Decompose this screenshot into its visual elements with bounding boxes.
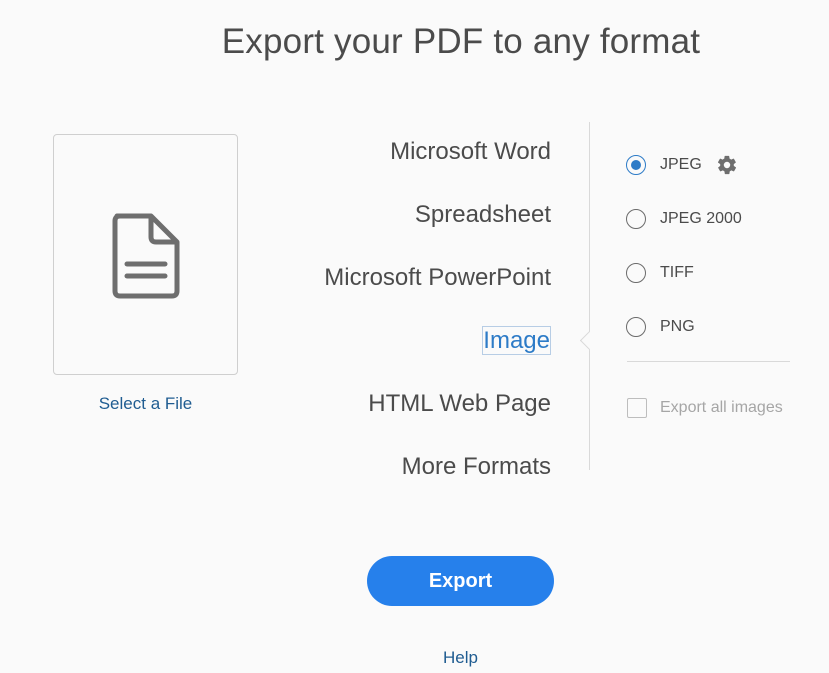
format-item-spreadsheet[interactable]: Spreadsheet bbox=[324, 197, 551, 260]
export-all-checkbox[interactable] bbox=[627, 398, 647, 418]
document-icon bbox=[112, 213, 180, 299]
select-file-link[interactable]: Select a File bbox=[53, 394, 238, 414]
radio-button[interactable] bbox=[626, 263, 646, 283]
export-all-images-option[interactable]: Export all images bbox=[627, 398, 783, 418]
help-link[interactable]: Help bbox=[367, 648, 554, 668]
gear-icon[interactable] bbox=[716, 154, 738, 176]
selection-pointer bbox=[578, 331, 590, 351]
file-drop-area[interactable] bbox=[53, 134, 238, 375]
format-item-label: Image bbox=[482, 326, 551, 355]
panel-divider bbox=[589, 122, 590, 470]
format-item-microsoft-word[interactable]: Microsoft Word bbox=[324, 134, 551, 197]
radio-jpeg[interactable]: JPEG bbox=[626, 138, 796, 192]
radio-button[interactable] bbox=[626, 209, 646, 229]
format-item-more-formats[interactable]: More Formats bbox=[324, 449, 551, 512]
page-title: Export your PDF to any format bbox=[221, 22, 701, 61]
format-item-label: More Formats bbox=[401, 453, 551, 480]
format-item-html-web-page[interactable]: HTML Web Page bbox=[324, 386, 551, 449]
export-all-label: Export all images bbox=[660, 399, 783, 416]
radio-label: TIFF bbox=[660, 264, 694, 281]
export-button[interactable]: Export bbox=[367, 556, 554, 606]
options-divider bbox=[627, 361, 790, 362]
format-item-label: Microsoft Word bbox=[390, 138, 551, 165]
radio-button[interactable] bbox=[626, 155, 646, 175]
format-list: Microsoft Word Spreadsheet Microsoft Pow… bbox=[324, 134, 551, 512]
radio-button[interactable] bbox=[626, 317, 646, 337]
format-item-microsoft-powerpoint[interactable]: Microsoft PowerPoint bbox=[324, 260, 551, 323]
radio-jpeg-2000[interactable]: JPEG 2000 bbox=[626, 192, 796, 246]
image-options: JPEG JPEG 2000 TIFF PNG bbox=[626, 138, 796, 354]
radio-png[interactable]: PNG bbox=[626, 300, 796, 354]
format-item-label: HTML Web Page bbox=[368, 390, 551, 417]
radio-label: PNG bbox=[660, 318, 695, 335]
format-item-label: Spreadsheet bbox=[414, 201, 551, 228]
radio-label: JPEG bbox=[660, 156, 702, 173]
radio-label: JPEG 2000 bbox=[660, 210, 742, 227]
format-item-image[interactable]: Image bbox=[324, 323, 551, 386]
format-item-label: Microsoft PowerPoint bbox=[324, 264, 551, 291]
radio-tiff[interactable]: TIFF bbox=[626, 246, 796, 300]
